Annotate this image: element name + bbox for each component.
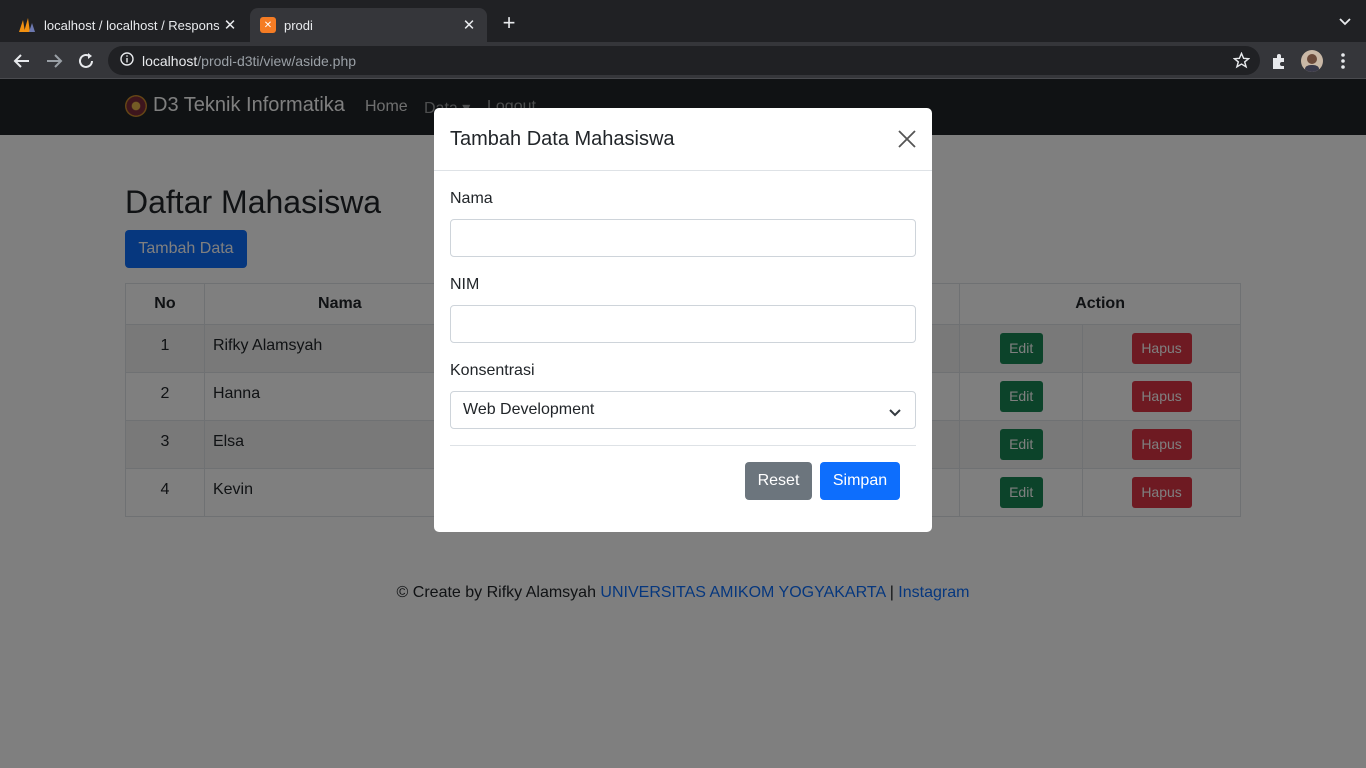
bookmark-star-icon[interactable] (1232, 51, 1251, 69)
xampp-icon: ✕ (260, 17, 276, 33)
close-icon[interactable] (898, 130, 916, 148)
address-bar[interactable]: localhost/prodi-d3ti/view/aside.php (108, 46, 1260, 75)
nama-input[interactable] (450, 219, 916, 257)
url-host: localhost (142, 52, 198, 69)
browser-tab-bar: localhost / localhost / Respons ✕ ✕ prod… (0, 0, 1366, 42)
tab-title: prodi (284, 17, 313, 33)
back-icon[interactable] (11, 50, 33, 72)
browser-toolbar: localhost/prodi-d3ti/view/aside.php (0, 42, 1366, 79)
browser-tab-prodi[interactable]: ✕ prodi ✕ (250, 8, 487, 42)
nim-input[interactable] (450, 305, 916, 343)
chevron-down-icon (889, 405, 901, 417)
phpmyadmin-icon (18, 17, 36, 33)
profile-avatar[interactable] (1301, 50, 1323, 72)
modal-title: Tambah Data Mahasiswa (450, 128, 675, 150)
close-icon[interactable]: ✕ (222, 16, 238, 34)
modal-header: Tambah Data Mahasiswa (434, 108, 932, 171)
konsentrasi-select[interactable]: Web Development (450, 391, 916, 429)
web-page: D3 Teknik Informatika Home Data ▾ Logout… (0, 79, 1366, 768)
forward-icon[interactable] (43, 50, 65, 72)
browser-tab-phpmyadmin[interactable]: localhost / localhost / Respons ✕ (8, 8, 248, 42)
reset-button[interactable]: Reset (745, 462, 812, 500)
nim-label: NIM (450, 276, 480, 293)
close-icon[interactable]: ✕ (461, 16, 477, 34)
browser-menu-icon[interactable] (1338, 51, 1348, 71)
tab-title: localhost / localhost / Respons (44, 17, 220, 33)
save-button[interactable]: Simpan (820, 462, 900, 500)
modal-divider (450, 445, 916, 446)
reload-icon[interactable] (75, 50, 97, 72)
extensions-puzzle-icon[interactable] (1270, 52, 1288, 70)
info-icon[interactable] (120, 52, 134, 69)
add-student-modal: Tambah Data Mahasiswa Nama NIM Konsentra… (434, 108, 932, 532)
konsentrasi-selected-value: Web Development (463, 401, 595, 418)
tab-search-chevron-icon[interactable] (1338, 15, 1352, 29)
url-path: /prodi-d3ti/view/aside.php (197, 52, 357, 69)
nama-label: Nama (450, 190, 493, 207)
new-tab-icon[interactable]: + (497, 12, 521, 36)
konsentrasi-label: Konsentrasi (450, 362, 535, 379)
